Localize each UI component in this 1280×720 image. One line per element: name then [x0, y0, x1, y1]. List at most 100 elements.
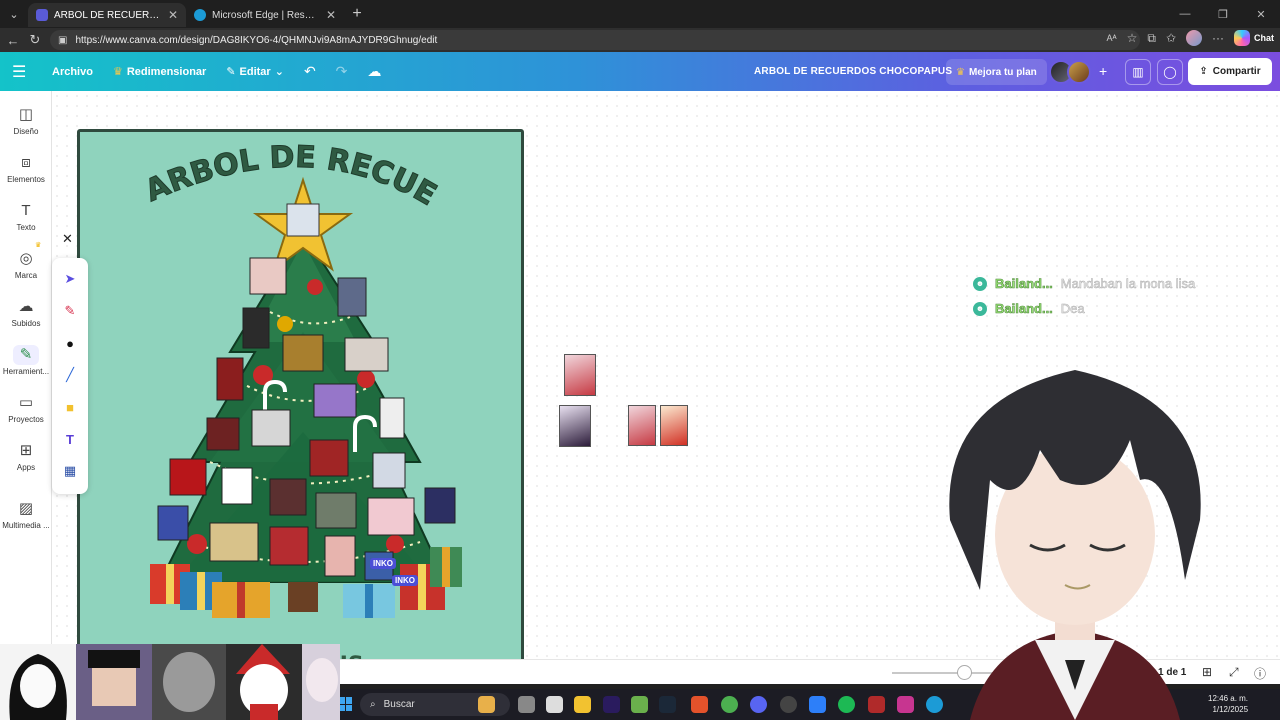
discord-icon[interactable] [750, 696, 767, 713]
close-tab-icon[interactable]: ✕ [168, 8, 178, 22]
stream-chat-message: ☻ Bailand... Dea [973, 301, 1085, 316]
folder-icon: ▭ [18, 394, 34, 411]
app-icon[interactable] [631, 696, 648, 713]
canva-side-rail: ◫ Diseño ⧈ Elementos T Texto ◎ Marca ☁ S… [0, 91, 52, 644]
rail-item-apps[interactable]: ⊞ Apps [0, 441, 52, 472]
crown-icon: ♛ [956, 66, 965, 78]
chat-username: Bailand... [995, 301, 1053, 317]
rail-label: Herramient... [2, 367, 50, 376]
pencil-icon: ✎ [226, 66, 236, 78]
read-aloud-icon[interactable]: Aᴬ [1107, 33, 1117, 43]
upgrade-plan-button[interactable]: ♛ Mejora tu plan [946, 59, 1047, 85]
add-collaborator-icon[interactable]: + [1099, 63, 1107, 79]
share-button[interactable]: ⇪ Compartir [1188, 58, 1272, 85]
maximize-icon[interactable]: ❐ [1204, 0, 1242, 28]
site-info-icon[interactable]: ▣ [58, 35, 67, 46]
tab-edge-summary[interactable]: Microsoft Edge | Resumen del año ✕ [186, 3, 344, 27]
rail-item-texto[interactable]: T Texto [0, 201, 52, 232]
highlighter-blue-icon[interactable]: ╱ [52, 361, 88, 389]
rail-item-marca[interactable]: ◎ Marca [0, 249, 52, 280]
cloud-saved-icon[interactable]: ☁ [357, 63, 391, 80]
favorites-icon[interactable]: ✩ [1166, 31, 1176, 45]
reload-icon[interactable]: ↻ [24, 32, 46, 48]
rail-label: Texto [16, 223, 36, 232]
spotify-icon[interactable] [838, 696, 855, 713]
rail-item-diseno[interactable]: ◫ Diseño [0, 105, 52, 136]
browser-actions: Aᴬ ☆ ⧉ ✩ ··· Chat [1107, 30, 1274, 46]
app-icon[interactable] [868, 696, 885, 713]
table-icon[interactable]: ▦ [52, 457, 88, 485]
add-text-icon[interactable]: T [52, 425, 88, 453]
tab-list-chevron-icon[interactable]: ⌄ [0, 0, 28, 28]
share-icon: ⇪ [1199, 66, 1208, 77]
rail-item-proyectos[interactable]: ▭ Proyectos [0, 393, 52, 424]
collaborator-cursor-tag: INKO [392, 575, 418, 586]
insights-chart-icon[interactable]: ▥ [1125, 59, 1151, 85]
edge-favicon-icon [194, 9, 206, 21]
apps-icon: ⊞ [19, 442, 33, 459]
file-explorer-icon[interactable] [574, 696, 591, 713]
fullscreen-icon[interactable]: ⤢ [1229, 665, 1239, 680]
premium-crown-icon: ♛ [35, 242, 42, 249]
chrome-icon[interactable] [721, 696, 738, 713]
extensions-icon[interactable]: ⧉ [1147, 31, 1156, 46]
brave-icon[interactable] [691, 696, 708, 713]
more-icon[interactable]: ··· [1212, 31, 1224, 45]
marker-black-icon[interactable]: ● [52, 329, 88, 357]
copilot-icon[interactable] [1234, 30, 1250, 46]
windows-start-icon[interactable] [338, 697, 352, 711]
pen-red-icon[interactable]: ✎ [52, 297, 88, 325]
obs-icon[interactable] [780, 696, 797, 713]
canvas-image[interactable] [628, 405, 656, 446]
rail-item-elementos[interactable]: ⧈ Elementos [0, 153, 52, 184]
new-tab-icon[interactable]: + [344, 5, 370, 23]
hamburger-menu-icon[interactable]: ☰ [12, 62, 42, 82]
rail-item-subidos[interactable]: ☁ Subidos [0, 297, 52, 328]
minimize-icon[interactable]: — [1166, 0, 1204, 28]
close-tab-icon[interactable]: ✕ [326, 8, 336, 22]
redimensionar-label: Redimensionar [126, 65, 207, 78]
select-cursor-icon[interactable]: ➤ [52, 265, 88, 293]
steam-icon[interactable] [659, 696, 676, 713]
favorite-star-icon[interactable]: ☆ [1127, 31, 1138, 45]
tab-canva[interactable]: ARBOL DE RECUERDOS CHOCOPAPUS ✕ [28, 3, 186, 27]
redo-icon[interactable]: ↷ [326, 63, 358, 80]
rail-label: Proyectos [8, 415, 44, 424]
redimensionar-button[interactable]: ♛ Redimensionar [103, 65, 216, 79]
collaborator-avatars[interactable] [1049, 60, 1091, 84]
design-title[interactable]: ARBOL DE RECUERDOS CHOCOPAPUS [754, 66, 952, 77]
rail-item-multimedia[interactable]: ▨ Multimedia ... [0, 499, 52, 530]
poster-page[interactable]: ARBOL DE RECUERDOS [77, 129, 524, 669]
task-view-icon[interactable] [518, 696, 535, 713]
sticky-note-icon[interactable]: ■ [52, 393, 88, 421]
archivo-button[interactable]: Archivo [42, 66, 103, 78]
avatar[interactable] [1067, 60, 1091, 84]
close-draw-tools-icon[interactable]: ✕ [62, 231, 73, 247]
app-icon[interactable] [897, 696, 914, 713]
rail-label: Multimedia ... [2, 521, 50, 530]
draw-toolbar: ➤ ✎ ● ╱ ■ T ▦ [52, 258, 88, 494]
close-window-icon[interactable]: ✕ [1242, 0, 1280, 28]
editar-button[interactable]: ✎ Editar ⌄ [216, 65, 294, 79]
undo-icon[interactable]: ↶ [294, 63, 326, 80]
canvas-image[interactable] [660, 405, 688, 446]
tab-title: Microsoft Edge | Resumen del año [212, 9, 320, 21]
copilot-chat-label[interactable]: Chat [1254, 33, 1274, 43]
shapes-icon: ⧈ [21, 154, 31, 171]
premiere-icon[interactable] [603, 696, 620, 713]
christmas-tree-illustration: ARBOL DE RECUERDOS [80, 132, 462, 666]
chat-user-icon: ☻ [973, 301, 987, 316]
address-bar[interactable]: ▣ https://www.canva.com/design/DAG8IKYO6… [50, 30, 1140, 50]
store-icon[interactable] [546, 696, 563, 713]
crown-icon: ♛ [112, 66, 123, 78]
back-icon[interactable]: ← [2, 33, 24, 48]
comments-icon[interactable]: ◯ [1157, 59, 1183, 85]
rail-label: Apps [16, 463, 36, 472]
rail-item-herramientas[interactable]: ✎ Herramient... [0, 345, 52, 376]
app-icon[interactable] [809, 696, 826, 713]
canvas-image[interactable] [559, 405, 591, 447]
profile-avatar[interactable] [1186, 30, 1202, 46]
canvas-image[interactable] [564, 354, 596, 396]
help-icon[interactable]: ⓘ [1254, 665, 1266, 682]
widgets-icon[interactable] [478, 696, 495, 713]
